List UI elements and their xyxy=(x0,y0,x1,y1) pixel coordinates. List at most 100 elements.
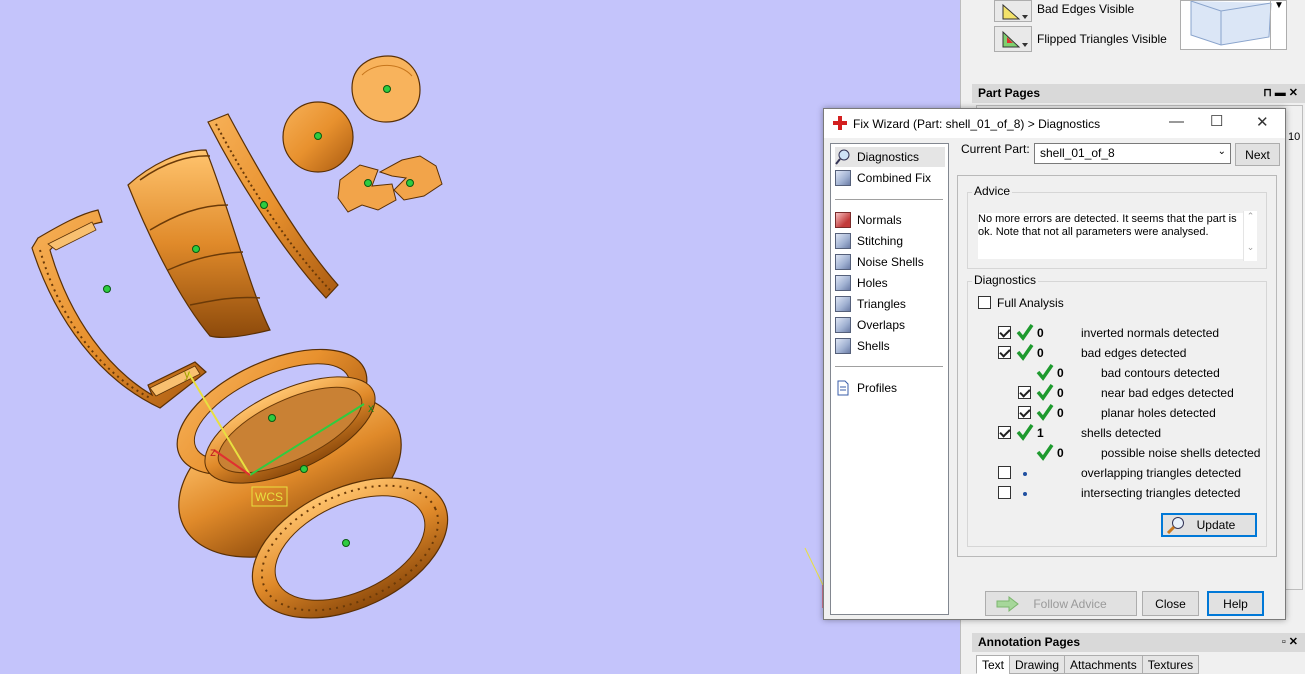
nav-item-label: Normals xyxy=(857,213,902,227)
green-check-icon xyxy=(1016,344,1034,361)
green-check-icon xyxy=(1016,324,1034,341)
planar-holes-checkbox[interactable] xyxy=(1018,406,1031,419)
planar-holes-count: 0 xyxy=(1057,406,1064,420)
nav-item-stitching[interactable]: Stitching xyxy=(835,231,945,251)
document-icon xyxy=(835,380,851,396)
nav-item-normals[interactable]: Normals xyxy=(835,210,945,230)
view-dropdown-arrow[interactable]: ▼ xyxy=(1270,0,1287,50)
axis-z-label: z xyxy=(210,445,216,459)
nav-item-label: Diagnostics xyxy=(857,150,920,164)
green-check-icon xyxy=(1016,424,1034,441)
green-check-icon xyxy=(1036,404,1054,421)
nav-divider xyxy=(835,199,943,200)
near-bad-edges-text: near bad edges detected xyxy=(1101,386,1234,400)
nav-item-overlaps[interactable]: Overlaps xyxy=(835,315,945,335)
nav-item-profiles[interactable]: Profiles xyxy=(835,378,945,398)
planar-holes-text: planar holes detected xyxy=(1101,406,1216,420)
help-button[interactable]: Help xyxy=(1207,591,1264,616)
current-part-value: shell_01_of_8 xyxy=(1040,146,1115,160)
nav-item-noise-shells[interactable]: Noise Shells xyxy=(835,252,945,272)
tab-drawing[interactable]: Drawing xyxy=(1009,655,1066,674)
not-analysed-dot-icon xyxy=(1023,472,1027,476)
nav-item-combined-fix[interactable]: Combined Fix xyxy=(835,168,945,188)
intersecting-triangles-text: intersecting triangles detected xyxy=(1081,486,1241,500)
noise-shells-count: 0 xyxy=(1057,446,1064,460)
bad-edges-count: 0 xyxy=(1037,346,1044,360)
chevron-down-icon: ⌄ xyxy=(1217,146,1226,157)
part-pages-header: Part Pages ⊓▬✕ xyxy=(972,84,1305,103)
update-button[interactable]: Update xyxy=(1161,513,1257,537)
inverted-normals-text: inverted normals detected xyxy=(1081,326,1220,340)
combined-fix-icon xyxy=(835,170,851,186)
nav-item-holes[interactable]: Holes xyxy=(835,273,945,293)
panel-controls-icon[interactable]: ⊓▬✕ xyxy=(1263,86,1301,99)
maximize-icon[interactable]: ☐ xyxy=(1210,112,1223,130)
nav-item-label: Combined Fix xyxy=(857,171,932,185)
bad-edges-toggle[interactable] xyxy=(994,0,1032,22)
nav-item-triangles[interactable]: Triangles xyxy=(835,294,945,314)
bad-edges-icon xyxy=(1002,3,1028,20)
minimize-icon[interactable]: — xyxy=(1169,113,1184,130)
part-pages-value: 10 xyxy=(1288,131,1301,143)
intersecting-triangles-checkbox[interactable] xyxy=(998,486,1011,499)
near-bad-edges-count: 0 xyxy=(1057,386,1064,400)
not-analysed-dot-icon xyxy=(1023,492,1027,496)
close-icon[interactable]: ✕ xyxy=(1256,113,1269,131)
bad-contours-text: bad contours detected xyxy=(1101,366,1220,380)
inverted-normals-checkbox[interactable] xyxy=(998,326,1011,339)
mini-axes xyxy=(804,547,824,608)
nav-item-diagnostics[interactable]: Diagnostics xyxy=(835,147,945,167)
noise-shells-icon xyxy=(835,254,851,270)
update-button-label: Update xyxy=(1196,518,1236,532)
overlapping-triangles-text: overlapping triangles detected xyxy=(1081,466,1242,480)
advice-text: No more errors are detected. It seems th… xyxy=(978,213,1248,259)
model-scene: x y z WCS xyxy=(31,55,824,619)
3d-viewport[interactable]: x y z WCS xyxy=(0,0,960,674)
noise-shells-text: possible noise shells detected xyxy=(1101,446,1261,460)
current-part-label: Current Part: xyxy=(961,142,1030,156)
shells-icon xyxy=(835,338,851,354)
diagnostics-group-title: Diagnostics xyxy=(972,273,1039,287)
tab-text[interactable]: Text xyxy=(976,655,1011,674)
next-button[interactable]: Next xyxy=(1235,143,1280,166)
nav-item-label: Stitching xyxy=(857,234,904,248)
overlaps-icon xyxy=(835,317,851,333)
full-analysis-checkbox[interactable] xyxy=(978,296,991,309)
nav-item-label: Overlaps xyxy=(857,318,906,332)
panel-controls-icon[interactable]: ▫✕ xyxy=(1282,635,1301,648)
nav-item-label: Noise Shells xyxy=(857,255,924,269)
nav-item-label: Profiles xyxy=(857,381,898,395)
nav-divider xyxy=(835,366,943,367)
green-check-icon xyxy=(1036,384,1054,401)
holes-icon xyxy=(835,275,851,291)
annotation-pages-header: Annotation Pages ▫✕ xyxy=(972,633,1305,652)
part-clips[interactable] xyxy=(337,155,443,213)
follow-advice-button[interactable]: Follow Advice xyxy=(985,591,1137,616)
tab-attachments[interactable]: Attachments xyxy=(1064,655,1143,674)
triangles-icon xyxy=(835,296,851,312)
full-analysis-label: Full Analysis xyxy=(997,296,1064,310)
green-check-icon xyxy=(1036,444,1054,461)
nav-item-shells[interactable]: Shells xyxy=(835,336,945,356)
bad-contours-count: 0 xyxy=(1057,366,1064,380)
tab-textures[interactable]: Textures xyxy=(1141,655,1200,674)
bad-edges-text: bad edges detected xyxy=(1081,346,1187,360)
advice-group-title: Advice xyxy=(972,184,1013,198)
advice-scrollbar[interactable]: ⌃ ⌄ xyxy=(1243,211,1257,261)
current-part-select[interactable]: shell_01_of_8 ⌄ xyxy=(1034,143,1231,164)
dialog-title-bar[interactable]: Fix Wizard (Part: shell_01_of_8) > Diagn… xyxy=(824,109,1285,138)
wizard-nav-list: Diagnostics Combined Fix Normals Stitchi… xyxy=(830,143,949,615)
close-button[interactable]: Close xyxy=(1142,591,1199,616)
fix-wizard-dialog: Fix Wizard (Part: shell_01_of_8) > Diagn… xyxy=(823,108,1286,620)
bad-edges-checkbox[interactable] xyxy=(998,346,1011,359)
dialog-title: Fix Wizard (Part: shell_01_of_8) > Diagn… xyxy=(853,117,1101,131)
near-bad-edges-checkbox[interactable] xyxy=(1018,386,1031,399)
shells-checkbox[interactable] xyxy=(998,426,1011,439)
overlapping-triangles-checkbox[interactable] xyxy=(998,466,1011,479)
flipped-triangles-toggle[interactable] xyxy=(994,26,1032,52)
stitching-icon xyxy=(835,233,851,249)
flipped-triangles-icon xyxy=(1002,30,1028,48)
part-pages-title: Part Pages xyxy=(978,86,1041,100)
axis-y-label: y xyxy=(184,367,190,381)
shells-count: 1 xyxy=(1037,426,1044,440)
